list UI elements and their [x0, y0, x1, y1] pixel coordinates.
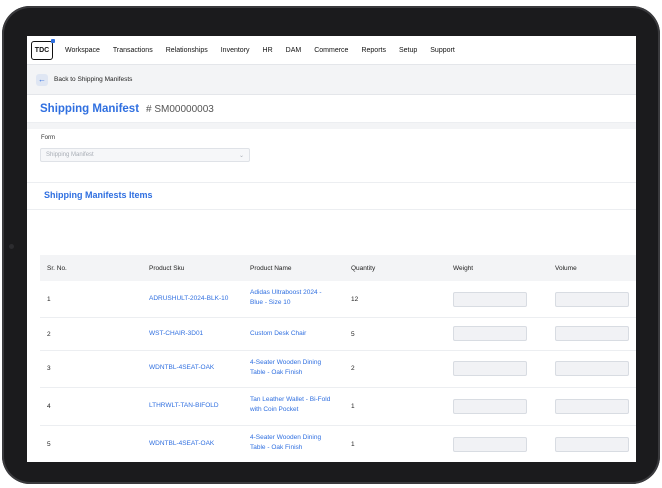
- form-select-value: Shipping Manifest: [46, 152, 94, 158]
- quantity-cell: 1: [351, 441, 355, 448]
- table-row: 3 WDNTBL-4SEAT-OAK 4-Seater Wooden Dinin…: [40, 351, 636, 388]
- product-name-link[interactable]: Blue - Size 10: [250, 298, 290, 308]
- app-screen: TDC Workspace Transactions Relationships…: [27, 36, 636, 462]
- nav-item-support[interactable]: Support: [430, 47, 455, 54]
- page-title: Shipping Manifest: [40, 103, 140, 115]
- quantity-cell: 1: [351, 403, 355, 410]
- product-sku-link[interactable]: WDNTBL-4SEAT-OAK: [149, 439, 214, 449]
- table-header: Sr. No. Product Sku Product Name Quantit…: [40, 255, 636, 281]
- items-table: Sr. No. Product Sku Product Name Quantit…: [40, 255, 636, 462]
- table-row: 2 WST-CHAIR-3D01 Custom Desk Chair 5: [40, 318, 636, 351]
- column-header-product-sku: Product Sku: [149, 264, 185, 272]
- quantity-cell: 5: [351, 331, 355, 338]
- product-name-link[interactable]: Table - Oak Finish: [250, 368, 302, 378]
- column-header-sr-no: Sr. No.: [47, 264, 67, 272]
- weight-input[interactable]: [453, 361, 527, 376]
- header-separator: [27, 123, 636, 129]
- weight-input[interactable]: [453, 292, 527, 307]
- section-title: Shipping Manifests Items: [44, 190, 153, 200]
- nav-item-relationships[interactable]: Relationships: [166, 47, 208, 54]
- logo[interactable]: TDC: [31, 38, 55, 60]
- manifest-id: # SM00000003: [146, 103, 214, 115]
- volume-input[interactable]: [555, 361, 629, 376]
- logo-accent-icon: [51, 38, 55, 43]
- form-select[interactable]: Shipping Manifest ⌄: [40, 148, 250, 162]
- sr-no-cell: 1: [47, 296, 51, 303]
- back-arrow-icon[interactable]: ←: [36, 73, 48, 86]
- table-row: 4 LTHRWLT-TAN-BIFOLD Tan Leather Wallet …: [40, 388, 636, 426]
- nav-item-dam[interactable]: DAM: [286, 47, 302, 54]
- page-header: Shipping Manifest # SM00000003: [27, 96, 636, 123]
- form-field-label: Form: [41, 135, 55, 141]
- nav-item-reports[interactable]: Reports: [361, 47, 386, 54]
- nav-item-setup[interactable]: Setup: [399, 47, 417, 54]
- nav-item-hr[interactable]: HR: [263, 47, 273, 54]
- back-bar: ← Back to Shipping Manifests: [27, 65, 636, 95]
- sr-no-cell: 2: [47, 331, 51, 338]
- product-name-link[interactable]: Custom Desk Chair: [250, 329, 306, 339]
- product-name-link[interactable]: 4-Seater Wooden Dining: [250, 433, 321, 443]
- product-name-link[interactable]: with Coin Pocket: [250, 405, 298, 415]
- nav-item-commerce[interactable]: Commerce: [314, 47, 348, 54]
- nav-item-workspace[interactable]: Workspace: [65, 47, 100, 54]
- volume-input[interactable]: [555, 292, 629, 307]
- back-link[interactable]: Back to Shipping Manifests: [54, 76, 132, 83]
- top-navigation: TDC Workspace Transactions Relationships…: [27, 36, 636, 65]
- tablet-frame: TDC Workspace Transactions Relationships…: [2, 6, 660, 484]
- logo-text: TDC: [34, 46, 50, 54]
- sr-no-cell: 5: [47, 441, 51, 448]
- product-name-link[interactable]: 4-Seater Wooden Dining: [250, 358, 321, 368]
- column-header-weight: Weight: [453, 264, 474, 272]
- weight-input[interactable]: [453, 326, 527, 341]
- chevron-down-icon: ⌄: [238, 152, 244, 159]
- weight-input[interactable]: [453, 399, 527, 414]
- quantity-cell: 2: [351, 365, 355, 372]
- table-row: 1 ADRUSHULT-2024-BLK-10 Adidas Ultraboos…: [40, 281, 636, 318]
- product-name-link[interactable]: Tan Leather Wallet - Bi-Fold: [250, 395, 330, 405]
- sr-no-cell: 3: [47, 365, 51, 372]
- camera-dot: [9, 244, 14, 249]
- product-name-link[interactable]: Adidas Ultraboost 2024 -: [250, 288, 322, 298]
- volume-input[interactable]: [555, 399, 629, 414]
- weight-input[interactable]: [453, 437, 527, 452]
- column-header-quantity: Quantity: [351, 264, 376, 272]
- volume-input[interactable]: [555, 326, 629, 341]
- nav-item-transactions[interactable]: Transactions: [113, 47, 153, 54]
- column-header-product-name: Product Name: [250, 264, 292, 272]
- column-header-volume: Volume: [555, 264, 577, 272]
- table-row: 5 WDNTBL-4SEAT-OAK 4-Seater Wooden Dinin…: [40, 426, 636, 462]
- volume-input[interactable]: [555, 437, 629, 452]
- section-divider: [27, 182, 636, 183]
- product-sku-link[interactable]: LTHRWLT-TAN-BIFOLD: [149, 401, 219, 411]
- nav-item-inventory[interactable]: Inventory: [221, 47, 250, 54]
- product-sku-link[interactable]: WDNTBL-4SEAT-OAK: [149, 363, 214, 373]
- product-sku-link[interactable]: WST-CHAIR-3D01: [149, 329, 203, 339]
- quantity-cell: 12: [351, 296, 359, 303]
- product-name-link[interactable]: Table - Oak Finish: [250, 443, 302, 453]
- section-divider: [27, 209, 636, 210]
- product-sku-link[interactable]: ADRUSHULT-2024-BLK-10: [149, 294, 228, 304]
- sr-no-cell: 4: [47, 403, 51, 410]
